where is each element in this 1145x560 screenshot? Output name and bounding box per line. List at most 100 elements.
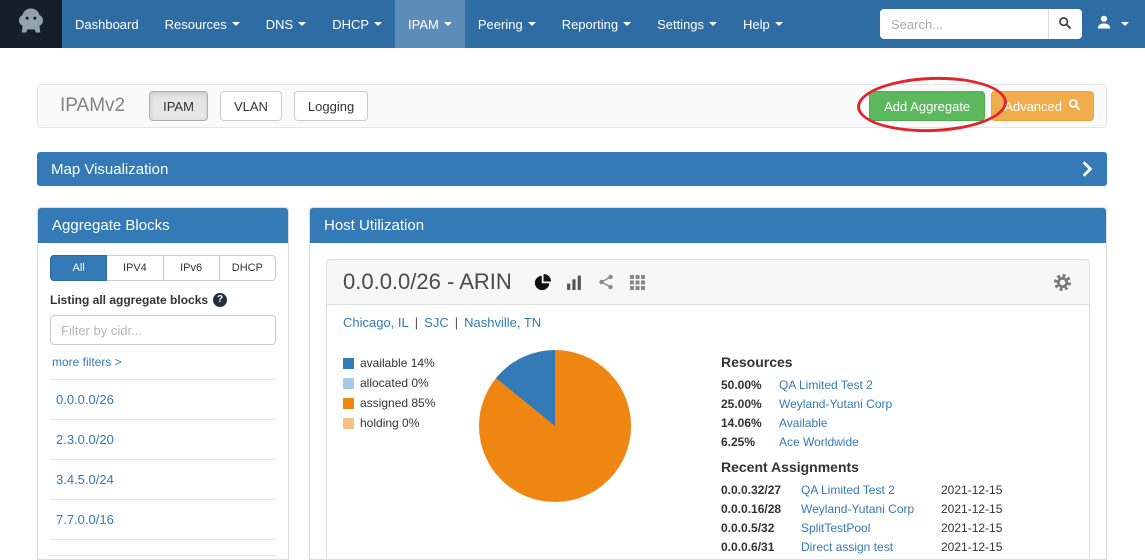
navbar-right xyxy=(880,0,1145,48)
list-item[interactable]: 0.0.0.0/26 xyxy=(50,380,276,420)
assignment-row: 0.0.0.6/31Direct assign test2021-12-15 xyxy=(721,540,1073,554)
tab-dhcp[interactable]: DHCP xyxy=(219,255,276,281)
legend-swatch xyxy=(343,378,354,389)
nav-item-dashboard[interactable]: Dashboard xyxy=(62,0,152,48)
assignment-row: 0.0.0.32/27QA Limited Test 22021-12-15 xyxy=(721,483,1073,497)
resource-row: 25.00%Weyland-Yutani Corp xyxy=(721,397,1073,411)
tab-ipv4[interactable]: IPV4 xyxy=(106,255,163,281)
view-switcher xyxy=(534,274,645,291)
page: Dashboard Resources DNS DHCP IPAM Peerin… xyxy=(0,0,1145,560)
search-button[interactable] xyxy=(1048,9,1082,39)
separator: | xyxy=(455,315,458,330)
assignment-link[interactable]: SplitTestPool xyxy=(801,521,941,535)
assignment-date: 2021-12-15 xyxy=(941,521,1073,535)
legend-swatch xyxy=(343,418,354,429)
assignment-row: 0.0.0.16/28Weyland-Yutani Corp2021-12-15 xyxy=(721,502,1073,516)
chevron-down-icon xyxy=(374,22,382,26)
add-aggregate-button[interactable]: Add Aggregate xyxy=(869,91,985,121)
resource-link[interactable]: QA Limited Test 2 xyxy=(779,378,1073,392)
chevron-down-icon xyxy=(298,22,306,26)
assignment-link[interactable]: QA Limited Test 2 xyxy=(801,483,941,497)
map-visualization-bar[interactable]: Map Visualization xyxy=(37,152,1107,186)
more-filters-link[interactable]: more filters > xyxy=(52,355,122,369)
list-item[interactable]: 7.7.0.0/16 xyxy=(50,500,276,540)
search-icon xyxy=(1058,16,1072,33)
host-utilization-header: Host Utilization xyxy=(310,208,1106,243)
chevron-down-icon xyxy=(444,22,452,26)
tab-vlan[interactable]: VLAN xyxy=(220,91,282,121)
chevron-down-icon xyxy=(775,22,783,26)
location-link[interactable]: Nashville, TN xyxy=(464,315,541,330)
nav-item-dhcp[interactable]: DHCP xyxy=(319,0,395,48)
pie-legend: available 14% allocated 0% assigned 85% … xyxy=(343,356,475,560)
chevron-right-icon xyxy=(1081,160,1093,178)
host-utilization-body: 0.0.0.0/26 - ARIN xyxy=(310,243,1106,560)
location-link[interactable]: SJC xyxy=(424,315,449,330)
resource-row: 14.06%Available xyxy=(721,416,1073,430)
top-navbar: Dashboard Resources DNS DHCP IPAM Peerin… xyxy=(0,0,1145,48)
map-visualization-title: Map Visualization xyxy=(51,161,168,178)
utilization-chart-area: available 14% allocated 0% assigned 85% … xyxy=(327,334,1089,560)
nav-item-reporting[interactable]: Reporting xyxy=(549,0,644,48)
resource-row: 6.25%Ace Worldwide xyxy=(721,435,1073,449)
aggregate-blocks-panel: Aggregate Blocks All IPV4 IPv6 DHCP List… xyxy=(37,207,289,560)
gorilla-logo-icon xyxy=(13,4,49,45)
page-title: IPAMv2 xyxy=(60,95,125,117)
assignment-link[interactable]: Direct assign test xyxy=(801,540,941,554)
share-view-icon[interactable] xyxy=(598,274,614,290)
tab-ipv6[interactable]: IPv6 xyxy=(163,255,220,281)
location-link[interactable]: Chicago, IL xyxy=(343,315,409,330)
assignment-date: 2021-12-15 xyxy=(941,540,1073,554)
nav-item-dns[interactable]: DNS xyxy=(253,0,319,48)
aggregate-blocks-title: Aggregate Blocks xyxy=(52,217,170,234)
tab-all[interactable]: All xyxy=(50,255,107,281)
block-detail-card: 0.0.0.0/26 - ARIN xyxy=(326,259,1090,560)
assignment-link[interactable]: Weyland-Yutani Corp xyxy=(801,502,941,516)
toolbar-actions: Add Aggregate Advanced xyxy=(869,91,1094,121)
resource-link[interactable]: Available xyxy=(779,416,1073,430)
pie-view-icon[interactable] xyxy=(534,274,551,291)
search-icon xyxy=(1068,98,1081,114)
nav-item-peering[interactable]: Peering xyxy=(465,0,549,48)
search-input[interactable] xyxy=(880,9,1048,39)
block-title: 0.0.0.0/26 - ARIN xyxy=(343,269,512,295)
ipam-toolbar: IPAMv2 IPAM VLAN Logging Add Aggregate A… xyxy=(37,84,1107,128)
help-icon[interactable]: ? xyxy=(213,293,227,307)
nav-item-resources[interactable]: Resources xyxy=(152,0,253,48)
host-utilization-panel: Host Utilization 0.0.0.0/26 - ARIN xyxy=(309,207,1107,560)
legend-swatch xyxy=(343,358,354,369)
legend-item: assigned 85% xyxy=(343,396,475,410)
assignment-row: 0.0.0.5/32SplitTestPool2021-12-15 xyxy=(721,521,1073,535)
aggregate-blocks-body: All IPV4 IPv6 DHCP Listing all aggregate… xyxy=(38,243,288,560)
cidr-filter-input[interactable] xyxy=(50,315,276,345)
chevron-down-icon xyxy=(623,22,631,26)
tab-logging[interactable]: Logging xyxy=(294,91,368,121)
nav-item-help[interactable]: Help xyxy=(730,0,796,48)
legend-item: available 14% xyxy=(343,356,475,370)
recent-assignments-title: Recent Assignments xyxy=(721,459,1073,475)
chevron-down-icon xyxy=(709,22,717,26)
legend-item: allocated 0% xyxy=(343,376,475,390)
resource-link[interactable]: Weyland-Yutani Corp xyxy=(779,397,1073,411)
list-item[interactable]: 2.3.0.0/20 xyxy=(50,420,276,460)
user-menu[interactable] xyxy=(1092,14,1133,35)
bar-chart-view-icon[interactable] xyxy=(566,274,583,291)
location-links: Chicago, IL|SJC|Nashville, TN xyxy=(327,305,1089,334)
app-logo[interactable] xyxy=(0,0,62,48)
global-search xyxy=(880,9,1082,39)
advanced-button[interactable]: Advanced xyxy=(991,91,1094,121)
assignment-date: 2021-12-15 xyxy=(941,502,1073,516)
nav-item-settings[interactable]: Settings xyxy=(644,0,730,48)
resource-row: 50.00%QA Limited Test 2 xyxy=(721,378,1073,392)
nav-item-ipam[interactable]: IPAM xyxy=(395,0,465,48)
resource-link[interactable]: Ace Worldwide xyxy=(779,435,1073,449)
chevron-down-icon xyxy=(232,22,240,26)
gear-icon[interactable] xyxy=(1052,272,1073,293)
chevron-down-icon xyxy=(1121,22,1129,26)
list-item[interactable] xyxy=(50,540,276,556)
grid-view-icon[interactable] xyxy=(629,274,645,290)
aggregate-block-list: 0.0.0.0/26 2.3.0.0/20 3.4.5.0/24 7.7.0.0… xyxy=(50,379,276,556)
tab-ipam[interactable]: IPAM xyxy=(149,91,208,121)
list-item[interactable]: 3.4.5.0/24 xyxy=(50,460,276,500)
aggregate-blocks-header: Aggregate Blocks xyxy=(38,208,288,243)
